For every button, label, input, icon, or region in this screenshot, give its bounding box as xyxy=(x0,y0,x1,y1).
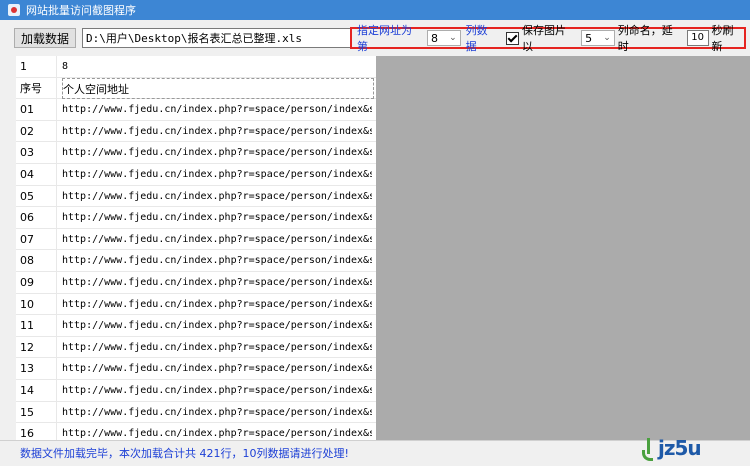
grid-cell-index[interactable]: 09 xyxy=(20,272,56,293)
file-path-input[interactable] xyxy=(82,28,354,48)
data-grid[interactable]: 1 8 序号 个人空间地址 01 http://www.fjedu.cn/index.ph… xyxy=(16,56,376,440)
grid-cell-index[interactable]: 15 xyxy=(20,402,56,423)
grid-cell-index[interactable]: 16 xyxy=(20,423,56,440)
grid-cell-url[interactable]: http://www.fjedu.cn/index.php?r=space/pe… xyxy=(62,99,372,120)
table-row[interactable]: 12 http://www.fjedu.cn/index.php?r=space/… xyxy=(16,337,376,359)
grid-cell-index[interactable]: 1 xyxy=(20,56,56,77)
logo-text: jz5u xyxy=(658,436,702,460)
grid-cell-index[interactable]: 序号 xyxy=(20,78,56,99)
grid-cell-index[interactable]: 14 xyxy=(20,380,56,401)
options-highlight-box: 指定网址为第 8 ⌄ 列数据 保存图片以 5 ⌄ 列命名，延时 10 秒刷新 xyxy=(350,24,746,53)
table-row[interactable]: 11 http://www.fjedu.cn/index.php?r=space/… xyxy=(16,315,376,337)
table-row[interactable]: 15 http://www.fjedu.cn/index.php?r=space/… xyxy=(16,402,376,424)
grid-cell-index[interactable]: 13 xyxy=(20,358,56,379)
refresh-label: 秒刷新 xyxy=(711,24,734,53)
data-grid-area: 1 8 序号 个人空间地址 01 http://www.fjedu.cn/index.ph… xyxy=(16,56,750,440)
grid-cell-url[interactable]: http://www.fjedu.cn/index.php?r=space/pe… xyxy=(62,294,372,315)
grid-cell-index[interactable]: 11 xyxy=(20,315,56,336)
grid-cell-index[interactable]: 04 xyxy=(20,164,56,185)
table-row[interactable]: 01 http://www.fjedu.cn/index.php?r=space/… xyxy=(16,99,376,121)
grid-cell-url[interactable]: http://www.fjedu.cn/index.php?r=space/pe… xyxy=(62,250,372,271)
grid-cell-url[interactable]: http://www.fjedu.cn/index.php?r=space/pe… xyxy=(62,186,372,207)
grid-cell-url[interactable]: http://www.fjedu.cn/index.php?r=space/pe… xyxy=(62,380,372,401)
watermark-logo: jz5u xyxy=(642,434,738,462)
specify-column-label: 指定网址为第 xyxy=(357,24,412,53)
save-image-checkbox[interactable] xyxy=(506,31,519,45)
grid-cell-url[interactable]: http://www.fjedu.cn/index.php?r=space/pe… xyxy=(62,207,372,228)
table-row[interactable]: 16 http://www.fjedu.cn/index.php?r=space/… xyxy=(16,423,376,440)
grid-cell-url[interactable]: http://www.fjedu.cn/index.php?r=space/pe… xyxy=(62,272,372,293)
name-delay-label: 列命名，延时 xyxy=(617,24,673,53)
status-bar: 数据文件加载完毕，本次加载合计共 421行，10列数据请进行处理! xyxy=(0,440,750,466)
grid-cell-url[interactable]: 个人空间地址 xyxy=(62,77,374,99)
grid-cell-index[interactable]: 02 xyxy=(20,121,56,142)
grid-cell-index[interactable]: 06 xyxy=(20,207,56,228)
name-column-select[interactable]: 5 ⌄ xyxy=(581,30,615,46)
table-row[interactable]: 06 http://www.fjedu.cn/index.php?r=space/… xyxy=(16,207,376,229)
grid-cell-url[interactable]: http://www.fjedu.cn/index.php?r=space/pe… xyxy=(62,337,372,358)
grid-cell-url[interactable]: 8 xyxy=(62,56,372,77)
chevron-down-icon: ⌄ xyxy=(603,33,611,43)
grid-cell-url[interactable]: http://www.fjedu.cn/index.php?r=space/pe… xyxy=(62,402,372,423)
grid-cell-url[interactable]: http://www.fjedu.cn/index.php?r=space/pe… xyxy=(62,315,372,336)
grid-cell-index[interactable]: 03 xyxy=(20,142,56,163)
chevron-down-icon: ⌄ xyxy=(449,33,457,43)
delay-input[interactable]: 10 xyxy=(686,30,709,46)
grid-cell-url[interactable]: http://www.fjedu.cn/index.php?r=space/pe… xyxy=(62,229,372,250)
grid-cell-url[interactable]: http://www.fjedu.cn/index.php?r=space/pe… xyxy=(62,142,372,163)
grid-empty-area xyxy=(376,56,750,440)
grid-cell-index[interactable]: 10 xyxy=(20,294,56,315)
grid-cell-index[interactable]: 12 xyxy=(20,337,56,358)
window-title: 网站批量访问截图程序 xyxy=(26,4,136,17)
grid-top-row[interactable]: 18 xyxy=(16,56,376,78)
column-data-label: 列数据 xyxy=(465,24,488,53)
table-row[interactable]: 10 http://www.fjedu.cn/index.php?r=space/… xyxy=(16,294,376,316)
title-bar: 网站批量访问截图程序 xyxy=(0,0,750,20)
load-data-button[interactable]: 加载数据 xyxy=(14,28,76,48)
grid-cell-index[interactable]: 07 xyxy=(20,229,56,250)
table-row[interactable]: 13 http://www.fjedu.cn/index.php?r=space/… xyxy=(16,358,376,380)
grid-cell-url[interactable]: http://www.fjedu.cn/index.php?r=space/pe… xyxy=(62,121,372,142)
grid-cell-index[interactable]: 01 xyxy=(20,99,56,120)
table-row[interactable]: 02 http://www.fjedu.cn/index.php?r=space/… xyxy=(16,121,376,143)
table-row[interactable]: 03 http://www.fjedu.cn/index.php?r=space/… xyxy=(16,142,376,164)
app-icon xyxy=(8,4,20,16)
table-row[interactable]: 08 http://www.fjedu.cn/index.php?r=space/… xyxy=(16,250,376,272)
grid-cell-url[interactable]: http://www.fjedu.cn/index.php?r=space/pe… xyxy=(62,423,372,440)
table-row[interactable]: 05 http://www.fjedu.cn/index.php?r=space/… xyxy=(16,186,376,208)
save-image-label: 保存图片以 xyxy=(521,24,566,53)
table-row[interactable]: 14 http://www.fjedu.cn/index.php?r=space/… xyxy=(16,380,376,402)
table-row[interactable]: 09 http://www.fjedu.cn/index.php?r=space/… xyxy=(16,272,376,294)
grid-cell-index[interactable]: 05 xyxy=(20,186,56,207)
status-text: 数据文件加载完毕，本次加载合计共 421行，10列数据请进行处理! xyxy=(20,447,349,460)
grid-cell-index[interactable]: 08 xyxy=(20,250,56,271)
table-row[interactable]: 04 http://www.fjedu.cn/index.php?r=space/… xyxy=(16,164,376,186)
table-row[interactable]: 07 http://www.fjedu.cn/index.php?r=space/… xyxy=(16,229,376,251)
grid-cell-url[interactable]: http://www.fjedu.cn/index.php?r=space/pe… xyxy=(62,164,372,185)
grid-header-row[interactable]: 序号 个人空间地址 xyxy=(16,77,376,100)
grid-cell-url[interactable]: http://www.fjedu.cn/index.php?r=space/pe… xyxy=(62,358,372,379)
logo-j-mark xyxy=(642,436,656,461)
column-select[interactable]: 8 ⌄ xyxy=(427,30,461,46)
